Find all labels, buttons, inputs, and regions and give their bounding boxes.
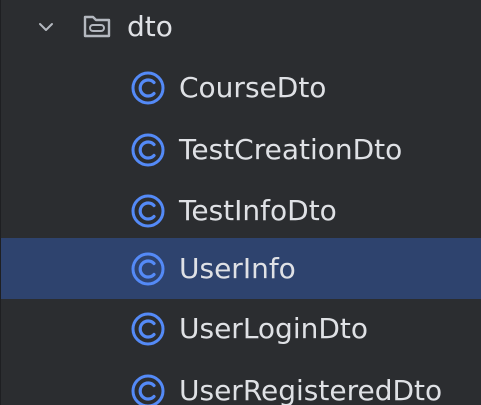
tree-item-userregistereddto[interactable]: UserRegisteredDto <box>1 358 481 405</box>
folder-icon <box>83 15 111 38</box>
tree-item-userlogindto[interactable]: UserLoginDto <box>1 300 481 358</box>
tree-item-label: TestCreationDto <box>179 133 403 166</box>
tree-item-coursedto[interactable]: CourseDto <box>1 59 481 117</box>
tree-item-label: UserInfo <box>179 252 296 285</box>
class-icon <box>131 71 165 105</box>
class-icon <box>131 252 165 286</box>
tree-item-label: TestInfoDto <box>179 194 337 227</box>
class-icon <box>131 194 165 228</box>
tree-folder-dto[interactable]: dto <box>1 0 481 58</box>
tree-item-userinfo[interactable]: UserInfo <box>1 238 481 299</box>
tree-item-label: UserRegisteredDto <box>179 374 443 405</box>
folder-label: dto <box>127 10 173 43</box>
class-icon <box>131 374 165 405</box>
tree-item-label: UserLoginDto <box>179 312 369 345</box>
tree-item-testinfodto[interactable]: TestInfoDto <box>1 182 481 240</box>
tree-item-testcreationdto[interactable]: TestCreationDto <box>1 121 481 179</box>
tree-item-label: CourseDto <box>179 71 327 104</box>
class-icon <box>131 133 165 167</box>
project-tree: dto CourseDto TestCreationDto TestInfoDt… <box>0 0 481 405</box>
chevron-down-icon[interactable] <box>35 16 57 38</box>
class-icon <box>131 312 165 346</box>
